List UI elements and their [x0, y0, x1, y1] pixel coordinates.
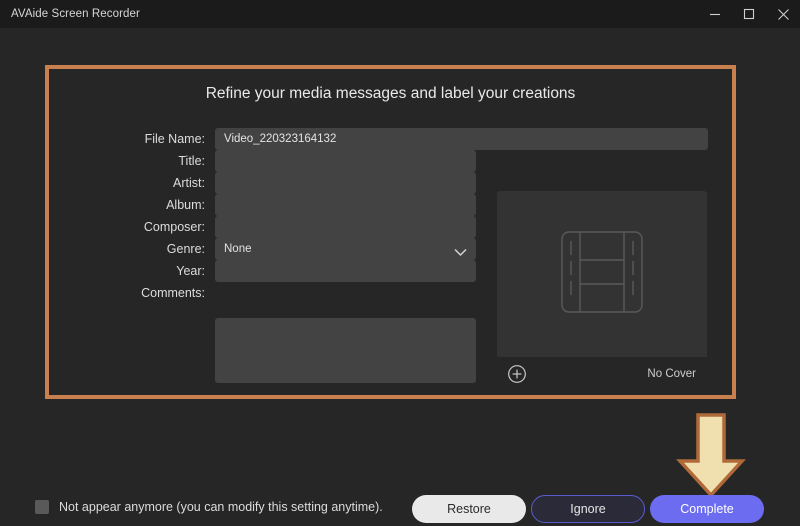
field-input[interactable] [215, 260, 476, 282]
field-label: Composer: [143, 220, 205, 234]
field-label: Year: [176, 264, 205, 278]
field-input[interactable] [215, 194, 476, 216]
close-icon[interactable] [766, 0, 800, 28]
comments-input[interactable] [215, 318, 476, 383]
cover-preview [497, 191, 707, 357]
field-input[interactable] [215, 172, 476, 194]
field-label: Title: [178, 154, 205, 168]
field-input[interactable] [215, 150, 476, 172]
form-row: Title: [0, 150, 800, 172]
page-title: Refine your media messages and label you… [205, 85, 576, 102]
arrow-down-icon [673, 413, 749, 498]
genre-dropdown[interactable]: None [215, 238, 476, 260]
not-appear-checkbox[interactable] [35, 500, 49, 514]
field-label: File Name: [144, 132, 205, 146]
ignore-button[interactable]: Ignore [531, 495, 645, 523]
field-input[interactable] [215, 128, 708, 150]
form-row: File Name: [0, 128, 800, 150]
app-title: AVAide Screen Recorder [11, 8, 140, 20]
window-body: Refine your media messages and label you… [0, 28, 800, 526]
minimize-icon[interactable] [698, 0, 732, 28]
field-label: Album: [166, 198, 205, 212]
no-cover-label: No Cover [647, 368, 696, 380]
cover-art-panel: No Cover [497, 191, 707, 391]
field-label: Artist: [173, 176, 205, 190]
field-label: Comments: [141, 286, 205, 300]
title-bar: AVAide Screen Recorder [0, 0, 800, 29]
window-controls [698, 0, 800, 28]
complete-button[interactable]: Complete [650, 495, 764, 523]
field-input[interactable] [215, 216, 476, 238]
film-strip-icon [559, 229, 645, 320]
not-appear-checkbox-row[interactable]: Not appear anymore (you can modify this … [35, 500, 383, 514]
genre-select[interactable]: None [215, 238, 476, 260]
maximize-icon[interactable] [732, 0, 766, 28]
restore-button[interactable]: Restore [412, 495, 526, 523]
plus-circle-icon[interactable] [506, 363, 528, 385]
not-appear-label: Not appear anymore (you can modify this … [59, 500, 383, 514]
field-label: Genre: [166, 242, 205, 256]
cover-footer: No Cover [497, 357, 707, 391]
